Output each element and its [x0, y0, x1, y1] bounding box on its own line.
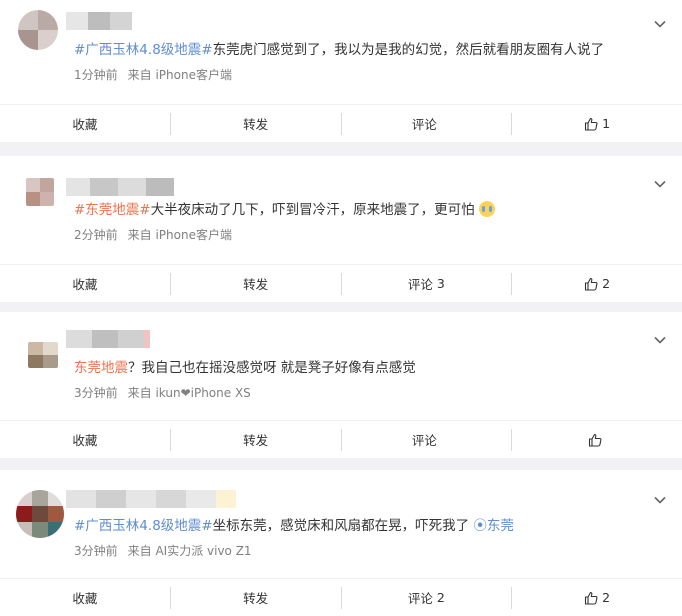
like-button[interactable]: 1: [512, 113, 682, 135]
comment-button[interactable]: 评论: [342, 428, 513, 451]
repost-button[interactable]: 转发: [171, 112, 342, 135]
chevron-down-icon[interactable]: [652, 16, 668, 32]
repost-button[interactable]: 转发: [171, 272, 342, 295]
action-bar: 收藏 转发 评论 1: [0, 104, 682, 142]
post-text: #东莞地震#大半夜床动了几下，吓到冒冷汗，原来地震了，更可怕: [74, 200, 642, 220]
username-blurred[interactable]: [66, 330, 150, 348]
post-time[interactable]: 2分钟前: [74, 228, 118, 242]
weibo-feed: #广西玉林4.8级地震#东莞虎门感觉到了，我以为是我的幻觉，然后就看朋友圈有人说…: [0, 0, 682, 616]
post-card: #东莞地震#大半夜床动了几下，吓到冒冷汗，原来地震了，更可怕 2分钟前 来自 iP…: [0, 156, 682, 302]
topic-link[interactable]: #广西玉林4.8级地震#: [74, 518, 213, 534]
post-meta: 3分钟前 来自 AI实力派 vivo Z1: [74, 542, 252, 559]
repost-button[interactable]: 转发: [171, 428, 342, 451]
username-blurred[interactable]: [66, 490, 236, 508]
post-card: #广西玉林4.8级地震#东莞虎门感觉到了，我以为是我的幻觉，然后就看朋友圈有人说…: [0, 0, 682, 142]
post-time[interactable]: 1分钟前: [74, 68, 118, 82]
post-content: 大半夜床动了几下，吓到冒冷汗，原来地震了，更可怕: [150, 202, 475, 218]
avatar[interactable]: [28, 342, 58, 368]
comment-button[interactable]: 评论 2: [342, 586, 513, 609]
favorite-button[interactable]: 收藏: [0, 428, 171, 451]
post-content: 东莞虎门感觉到了，我以为是我的幻觉，然后就看朋友圈有人说了: [212, 42, 605, 58]
like-button[interactable]: 2: [512, 273, 682, 295]
chevron-down-icon[interactable]: [652, 176, 668, 192]
like-button[interactable]: [512, 429, 682, 451]
avatar[interactable]: [26, 178, 54, 206]
post-time[interactable]: 3分钟前: [74, 544, 118, 558]
post-card: 东莞地震？我自己也在摇没感觉呀 就是凳子好像有点感觉 3分钟前 来自 ikun❤i…: [0, 312, 682, 458]
topic-link[interactable]: #东莞地震#: [74, 202, 151, 218]
post-source[interactable]: 来自 AI实力派 vivo Z1: [128, 544, 252, 558]
post-source[interactable]: 来自 iPhone客户端: [128, 228, 232, 242]
topic-link[interactable]: 东莞地震: [74, 360, 128, 376]
action-bar: 收藏 转发 评论 3 2: [0, 264, 682, 302]
post-source[interactable]: 来自 ikun❤iPhone XS: [128, 386, 251, 400]
favorite-button[interactable]: 收藏: [0, 112, 171, 135]
favorite-button[interactable]: 收藏: [0, 586, 171, 609]
username-blurred[interactable]: [66, 178, 174, 196]
comment-button[interactable]: 评论: [342, 112, 513, 135]
avatar[interactable]: [18, 10, 58, 50]
repost-button[interactable]: 转发: [171, 586, 342, 609]
post-meta: 2分钟前 来自 iPhone客户端: [74, 226, 232, 243]
chevron-down-icon[interactable]: [652, 332, 668, 348]
post-content: ？我自己也在摇没感觉呀 就是凳子好像有点感觉: [128, 360, 416, 376]
post-text: 东莞地震？我自己也在摇没感觉呀 就是凳子好像有点感觉: [74, 358, 642, 378]
post-text: #广西玉林4.8级地震#坐标东莞，感觉床和风扇都在晃，吓死我了 ⦿东莞: [74, 516, 642, 536]
chevron-down-icon[interactable]: [652, 492, 668, 508]
post-time[interactable]: 3分钟前: [74, 386, 118, 400]
thumbs-up-icon: [585, 591, 598, 605]
thumbs-up-icon: [585, 117, 598, 131]
action-bar: 收藏 转发 评论: [0, 420, 682, 458]
post-text: #广西玉林4.8级地震#东莞虎门感觉到了，我以为是我的幻觉，然后就看朋友圈有人说…: [74, 40, 642, 60]
post-source[interactable]: 来自 iPhone客户端: [128, 68, 232, 82]
crying-face-icon: [478, 201, 495, 217]
location-link[interactable]: ⦿东莞: [473, 518, 514, 534]
thumbs-up-icon: [589, 433, 602, 447]
post-meta: 1分钟前 来自 iPhone客户端: [74, 66, 232, 83]
action-bar: 收藏 转发 评论 2 2: [0, 578, 682, 616]
topic-link[interactable]: #广西玉林4.8级地震#: [74, 42, 213, 58]
avatar[interactable]: [16, 490, 64, 538]
username-blurred[interactable]: [66, 12, 132, 30]
like-button[interactable]: 2: [512, 587, 682, 609]
post-meta: 3分钟前 来自 ikun❤iPhone XS: [74, 384, 251, 401]
thumbs-up-icon: [585, 277, 598, 291]
post-content: 坐标东莞，感觉床和风扇都在晃，吓死我了: [212, 518, 474, 534]
favorite-button[interactable]: 收藏: [0, 272, 171, 295]
post-card: #广西玉林4.8级地震#坐标东莞，感觉床和风扇都在晃，吓死我了 ⦿东莞 3分钟前…: [0, 470, 682, 616]
comment-button[interactable]: 评论 3: [342, 272, 513, 295]
